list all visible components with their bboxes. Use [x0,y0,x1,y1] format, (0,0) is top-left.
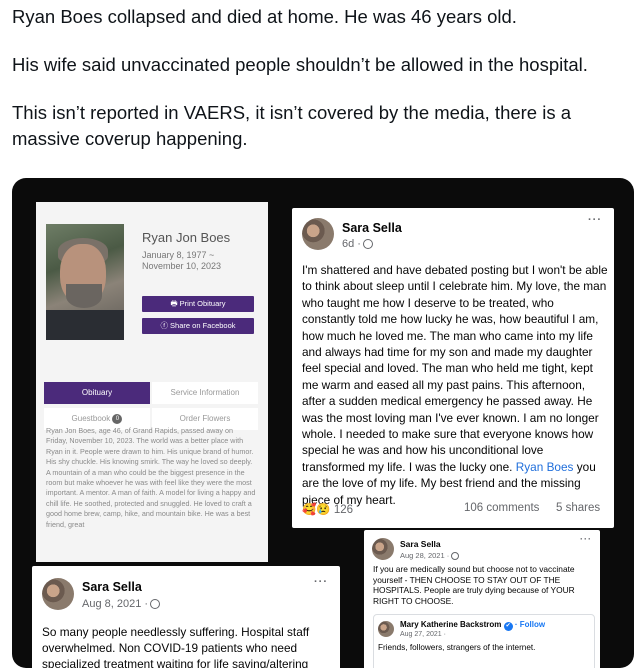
facebook-post-main: Sara Sella 6d · ··· I'm shattered and ha… [292,208,614,528]
shares-count[interactable]: 5 shares [556,502,600,514]
post-author[interactable]: Sara Sella [342,221,402,235]
post-time: Aug 28, 2021 · [400,551,460,561]
post-time-text: Aug 28, 2021 · [400,551,450,560]
obituary-dates: January 8, 1977 ~ November 10, 2023 [142,250,222,271]
facebook-post-aug28: Sara Sella Aug 28, 2021 · ··· If you are… [364,530,600,668]
verified-icon: ✔ [503,622,513,631]
obituary-name: Ryan Jon Boes [142,230,231,245]
post-body: I'm shattered and have debated posting b… [302,262,608,508]
globe-icon [451,552,460,561]
shared-post[interactable]: Mary Katherine Backstrom ✔ · Follow Aug … [373,614,595,668]
more-options-icon[interactable]: ··· [588,214,602,226]
obituary-text: Ryan Jon Boes, age 46, of Grand Rapids, … [46,426,256,529]
post-body: If you are medically sound but choose no… [373,564,575,606]
print-obituary-button[interactable]: 🖶 Print Obituary [142,296,254,312]
post-time: Aug 8, 2021 · [82,598,161,610]
post-body: So many people needlessly suffering. Hos… [42,625,310,668]
avatar[interactable] [302,218,334,250]
post-time: 6d · [342,238,373,250]
shared-author[interactable]: Mary Katherine Backstrom [400,620,501,629]
shared-post-time: Aug 27, 2021 · [400,631,446,638]
avatar[interactable] [372,538,394,560]
tweet-line-3: This isn’t reported in VAERS, it isn’t c… [12,102,572,149]
post-time-text: Aug 8, 2021 · [82,598,149,610]
tab-guestbook-label: Guestbook [71,414,111,423]
avatar[interactable] [378,621,394,637]
tweet-media[interactable]: Ryan Jon Boes January 8, 1977 ~ November… [12,178,634,668]
globe-icon [150,599,161,610]
shared-post-header: Mary Katherine Backstrom ✔ · Follow [400,620,545,631]
obituary-photo [46,224,124,340]
guestbook-count-badge: 0 [112,413,123,424]
globe-icon [362,239,373,250]
facebook-post-aug8: Sara Sella Aug 8, 2021 · ··· So many peo… [32,566,340,668]
post-time-text: 6d · [342,238,361,250]
tab-service-information[interactable]: Service Information [152,382,258,404]
shared-post-body: Friends, followers, strangers of the int… [378,643,536,652]
follow-link[interactable]: · Follow [515,620,545,629]
more-options-icon[interactable]: ··· [580,534,592,544]
reaction-emoji-icon: 🥰😢 [302,504,331,516]
avatar[interactable] [42,578,74,610]
tab-obituary[interactable]: Obituary [44,382,150,404]
post-body-text: I'm shattered and have debated posting b… [302,263,608,474]
obituary-card: Ryan Jon Boes January 8, 1977 ~ November… [36,202,268,562]
post-author[interactable]: Sara Sella [82,580,142,594]
reactions[interactable]: 🥰😢 126 [302,502,353,516]
tweet-line-1: Ryan Boes collapsed and died at home. He… [12,6,517,27]
tweet-line-2: His wife said unvaccinated people should… [12,54,588,75]
reaction-count: 126 [333,504,354,516]
ryan-boes-link[interactable]: Ryan Boes [516,460,574,474]
tweet-text: Ryan Boes collapsed and died at home. He… [12,4,632,174]
more-options-icon[interactable]: ··· [314,576,328,588]
post-author[interactable]: Sara Sella [400,539,441,549]
comments-count[interactable]: 106 comments [464,502,539,514]
share-facebook-button[interactable]: ⓕ Share on Facebook [142,318,254,334]
